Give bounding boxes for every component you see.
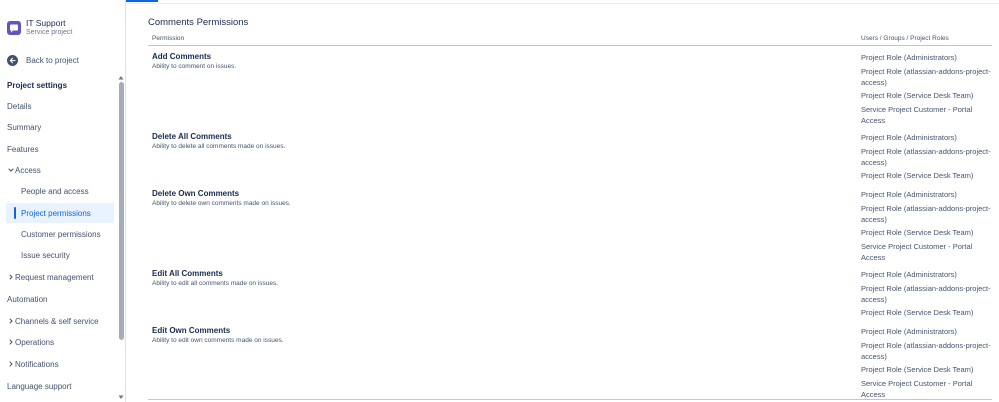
permission-description: Ability to edit own comments made on iss…: [152, 337, 284, 344]
permission-description: Ability to delete own comments made on i…: [152, 200, 291, 207]
permission-description: Ability to comment on issues.: [152, 63, 237, 70]
role-entry: Project Role (atlassian-addons-project-a…: [861, 203, 991, 224]
sidebar-item-label: Automation: [7, 294, 48, 304]
sidebar-item-label: Notifications: [15, 359, 59, 369]
arrow-left-icon: [7, 54, 18, 66]
role-list: Project Role (Administrators) Project Ro…: [861, 326, 996, 402]
sidebar: IT Support Service project Back to proje…: [0, 0, 126, 402]
sidebar-item-notifications[interactable]: Notifications: [0, 354, 114, 374]
table-header: Permission Users / Groups / Project Role…: [148, 32, 992, 46]
table-bottom-divider: [148, 399, 992, 400]
project-type: Service project: [26, 29, 73, 36]
project-header[interactable]: IT Support Service project: [7, 18, 119, 40]
sidebar-item-issue-security[interactable]: Issue security: [0, 245, 114, 265]
role-entry: Project Role (atlassian-addons-project-a…: [861, 340, 991, 361]
role-entry: Project Role (Service Desk Team): [861, 228, 974, 237]
role-entry: Project Role (Service Desk Team): [861, 308, 974, 317]
permission-description: Ability to edit all comments made on iss…: [152, 280, 279, 287]
role-entry: Project Role (atlassian-addons-project-a…: [861, 146, 991, 167]
role-entry: Project Role (atlassian-addons-project-a…: [861, 66, 991, 87]
scrollbar-thumb[interactable]: [119, 82, 124, 340]
chat-bubble-icon: [7, 21, 21, 35]
role-entry: Project Role (Administrators): [861, 270, 957, 279]
sidebar-item-label: People and access: [21, 186, 89, 196]
sidebar-item-details[interactable]: Details: [0, 96, 114, 116]
sidebar-item-label: Project permissions: [21, 208, 91, 218]
sidebar-item-label: Details: [7, 101, 32, 111]
chevron-right-icon: [7, 339, 15, 345]
sidebar-item-label: Channels & self service: [15, 316, 99, 326]
sidebar-item-people-and-access[interactable]: People and access: [0, 181, 114, 201]
sidebar-item-features[interactable]: Features: [0, 139, 114, 159]
sidebar-item-language-support[interactable]: Language support: [0, 376, 114, 396]
sidebar-item-request-management[interactable]: Request management: [0, 267, 114, 287]
permission-name: Delete All Comments: [152, 132, 232, 141]
chevron-right-icon: [7, 361, 15, 367]
permission-description: Ability to delete all comments made on i…: [152, 143, 286, 150]
permission-name: Edit Own Comments: [152, 326, 231, 335]
back-to-project-link[interactable]: Back to project: [7, 53, 117, 67]
sidebar-item-label: Access: [15, 165, 41, 175]
sidebar-item-label: Language support: [7, 381, 72, 391]
sidebar-scrollbar[interactable]: [118, 74, 124, 402]
scroll-up-arrow-icon[interactable]: [118, 74, 124, 80]
sidebar-item-label: Request management: [15, 272, 94, 282]
role-entry: Project Role (Service Desk Team): [861, 365, 974, 374]
role-entry: Project Role (Administrators): [861, 133, 957, 142]
role-entry: Project Role (Administrators): [861, 190, 957, 199]
chevron-right-icon: [7, 274, 15, 280]
permission-name: Edit All Comments: [152, 269, 223, 278]
chevron-down-icon: [7, 167, 15, 173]
sidebar-item-summary[interactable]: Summary: [0, 117, 114, 137]
role-list: Project Role (Administrators) Project Ro…: [861, 132, 996, 184]
role-entry: Project Role (Administrators): [861, 327, 957, 336]
column-header-permission: Permission: [152, 35, 185, 42]
sidebar-item-label: Operations: [15, 337, 55, 347]
sidebar-item-operations[interactable]: Operations: [0, 332, 114, 352]
scroll-down-arrow-icon[interactable]: [118, 394, 124, 400]
permission-name: Delete Own Comments: [152, 189, 240, 198]
sidebar-item-access[interactable]: Access: [0, 160, 114, 180]
page-title: Comments Permissions: [148, 17, 249, 28]
top-tab-active-indicator: [124, 0, 158, 2]
role-entry: Project Role (Administrators): [861, 53, 957, 62]
sidebar-item-label: Features: [7, 144, 39, 154]
role-list: Project Role (Administrators) Project Ro…: [861, 269, 996, 321]
back-label: Back to project: [26, 55, 79, 65]
column-header-roles: Users / Groups / Project Roles: [861, 35, 949, 42]
sidebar-item-label: Issue security: [21, 250, 70, 260]
role-entry: Service Project Customer - Portal Access: [861, 104, 973, 125]
role-entry: Project Role (atlassian-addons-project-a…: [861, 283, 991, 304]
sidebar-item-project-permissions[interactable]: Project permissions: [6, 203, 114, 223]
project-settings-heading: Project settings: [7, 81, 68, 90]
role-entry: Project Role (Service Desk Team): [861, 91, 974, 100]
sidebar-item-label: Summary: [7, 122, 42, 132]
role-entry: Service Project Customer - Portal Access: [861, 241, 973, 262]
permission-name: Add Comments: [152, 52, 212, 61]
sidebar-item-channels-self-service[interactable]: Channels & self service: [0, 311, 114, 331]
top-tab-strip: [126, 0, 999, 4]
role-entry: Project Role (Service Desk Team): [861, 171, 974, 180]
sidebar-item-label: Customer permissions: [21, 229, 101, 239]
sidebar-item-customer-permissions[interactable]: Customer permissions: [0, 224, 114, 244]
role-list: Project Role (Administrators) Project Ro…: [861, 189, 996, 265]
role-list: Project Role (Administrators) Project Ro…: [861, 52, 996, 128]
project-name: IT Support: [26, 18, 66, 28]
role-entry: Service Project Customer - Portal Access: [861, 378, 973, 399]
sidebar-item-automation[interactable]: Automation: [0, 289, 114, 309]
chevron-right-icon: [7, 318, 15, 324]
